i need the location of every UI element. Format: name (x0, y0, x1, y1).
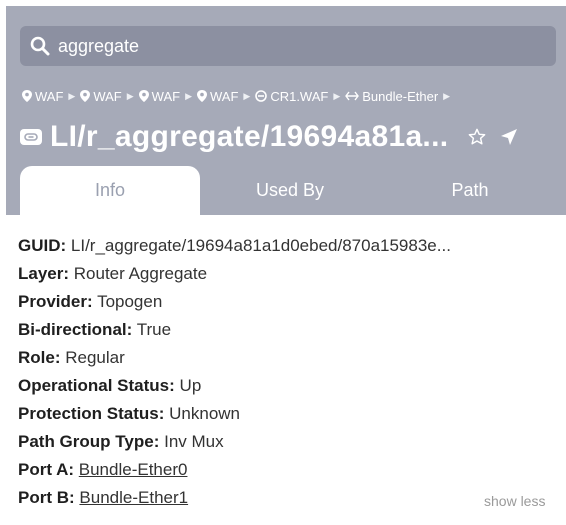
detail-label: Provider: (18, 292, 93, 311)
detail-row-protection-status: Protection Status: Unknown (18, 400, 562, 428)
detail-value: True (136, 320, 172, 339)
breadcrumb-separator: ▶ (333, 90, 341, 101)
detail-label: Path Group Type: (18, 432, 160, 451)
breadcrumb-item[interactable]: CR1.WAF (255, 89, 328, 104)
breadcrumb-separator: ▶ (185, 90, 192, 101)
detail-value: Topogen (97, 292, 163, 311)
details-panel: WAF ▶ WAF ▶ WAF ▶ WAF (6, 6, 566, 525)
breadcrumb-item[interactable]: WAF (22, 89, 63, 104)
star-icon[interactable] (468, 128, 486, 146)
breadcrumb-label: WAF (209, 88, 239, 104)
detail-label: Protection Status: (18, 404, 165, 423)
detail-row-bidirectional: Bi-directional: True (18, 316, 562, 344)
port-a-link[interactable]: Bundle-Ether0 (79, 460, 188, 479)
link-icon (20, 129, 42, 145)
tab-info[interactable]: Info (20, 166, 200, 215)
detail-row-path-group-type: Path Group Type: Inv Mux (18, 428, 562, 456)
detail-label: Role: (18, 348, 61, 367)
detail-row-guid: GUID: LI/r_aggregate/19694a81a1d0ebed/87… (18, 232, 562, 260)
breadcrumb-label: CR1.WAF (270, 88, 329, 104)
detail-label: Bi-directional: (18, 320, 133, 339)
detail-row-port-b: Port B: Bundle-Ether1 (18, 484, 562, 512)
location-pin-icon (196, 90, 207, 102)
location-pin-icon (138, 90, 149, 102)
detail-value: Up (179, 376, 202, 395)
show-less-link[interactable]: show less (484, 493, 545, 509)
search-icon (30, 36, 50, 56)
detail-value: Inv Mux (164, 432, 224, 451)
panel-header: WAF ▶ WAF ▶ WAF ▶ WAF (6, 6, 566, 215)
detail-row-provider: Provider: Topogen (18, 288, 562, 316)
bidirectional-arrow-icon (345, 91, 360, 101)
breadcrumb-item[interactable]: WAF (138, 88, 181, 104)
breadcrumb: WAF ▶ WAF ▶ WAF ▶ WAF ▶ CR1.WAF ▶ Bundle… (22, 86, 566, 106)
detail-value: LI/r_aggregate/19694a81a1d0ebed/870a1598… (70, 236, 451, 255)
breadcrumb-label: Bundle-Ether (362, 88, 439, 104)
breadcrumb-separator: ▶ (68, 90, 76, 101)
breadcrumb-separator: ▶ (126, 90, 134, 101)
detail-label: Port B: (18, 488, 75, 507)
detail-value: Regular (65, 348, 125, 367)
search-box[interactable] (20, 26, 556, 66)
navigate-arrow-icon[interactable] (500, 128, 518, 146)
tab-used-by[interactable]: Used By (200, 166, 380, 215)
breadcrumb-item[interactable]: WAF (196, 88, 239, 104)
detail-row-layer: Layer: Router Aggregate (18, 260, 562, 288)
detail-value: Unknown (169, 404, 241, 423)
breadcrumb-label: WAF (35, 88, 64, 104)
search-input[interactable] (56, 34, 540, 58)
router-icon (255, 90, 268, 102)
breadcrumb-label: WAF (151, 88, 181, 104)
breadcrumb-separator: ▶ (243, 90, 251, 101)
port-b-link[interactable]: Bundle-Ether1 (79, 488, 188, 507)
detail-row-port-a: Port A: Bundle-Ether0 (18, 456, 562, 484)
detail-value: Router Aggregate (73, 264, 208, 283)
detail-row-role: Role: Regular (18, 344, 562, 372)
breadcrumb-item[interactable]: WAF (80, 88, 122, 104)
tab-bar: Info Used By Path (20, 166, 566, 215)
breadcrumb-item[interactable]: Bundle-Ether (345, 89, 438, 104)
breadcrumb-separator: ▶ (443, 90, 451, 101)
title-row: LI/r_aggregate/19694a81a... (20, 116, 566, 158)
detail-label: Operational Status: (18, 376, 175, 395)
location-pin-icon (22, 90, 32, 102)
breadcrumb-label: WAF (93, 88, 122, 104)
detail-label: GUID: (18, 236, 67, 255)
info-details: GUID: LI/r_aggregate/19694a81a1d0ebed/87… (18, 232, 562, 512)
tab-path[interactable]: Path (380, 166, 560, 215)
page-title: LI/r_aggregate/19694a81a... (50, 120, 449, 153)
detail-row-operational-status: Operational Status: Up (18, 372, 562, 400)
detail-label: Port A: (18, 460, 75, 479)
location-pin-icon (80, 90, 91, 102)
detail-label: Layer: (18, 264, 70, 283)
